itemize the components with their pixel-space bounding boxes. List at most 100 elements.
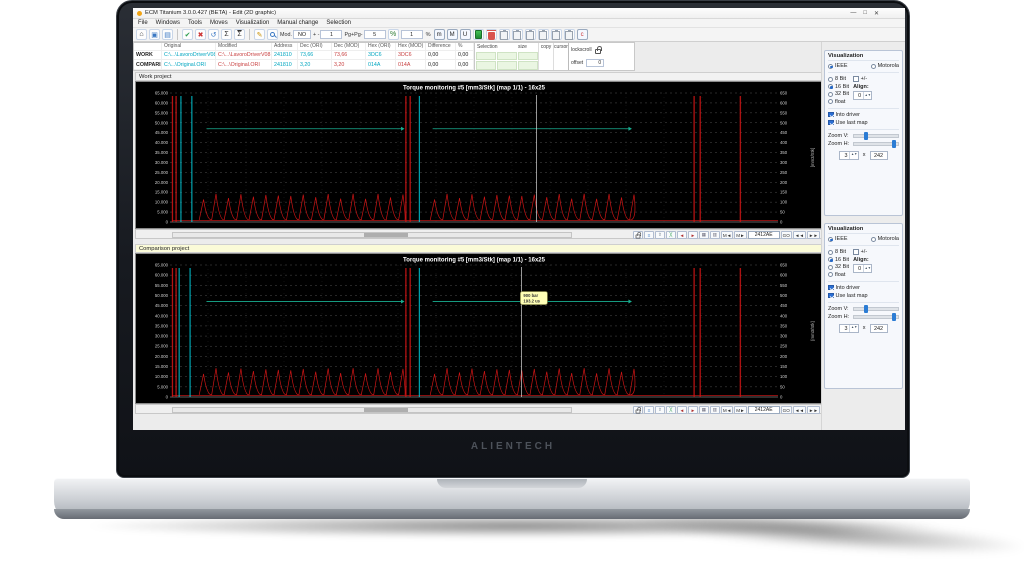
apply-min-button[interactable]: m <box>434 29 445 40</box>
selection-cell[interactable] <box>518 61 538 70</box>
nav-prev-arrow-icon[interactable]: ◄ <box>677 231 687 239</box>
align-spinner-arrows[interactable]: ▲▼ <box>863 265 871 272</box>
radio-motorola[interactable]: Motorola <box>871 236 899 242</box>
nav-map-list-icon[interactable]: ▥ <box>710 231 720 239</box>
motorola-radio[interactable] <box>871 237 876 242</box>
chart-scrollbar[interactable] <box>172 407 572 413</box>
float-radio[interactable] <box>828 99 833 104</box>
cell-modified[interactable]: C:\...\LavoroDriverV08 <box>216 51 272 60</box>
comparison-project-chart[interactable]: 65.00065060.00060055.00055050.00050045.0… <box>135 253 823 404</box>
cell-difference[interactable]: 0,00 <box>426 51 456 60</box>
radio-32-bit[interactable]: 32 Bit <box>828 91 849 97</box>
nav-address-input[interactable]: 2412AE <box>748 406 780 414</box>
cell-hex_ori[interactable]: 3DC6 <box>366 51 396 60</box>
use-last-map-checkbox[interactable] <box>828 293 834 299</box>
page-step-field-value[interactable]: 5 <box>364 30 386 39</box>
magnifier-icon[interactable] <box>267 29 278 40</box>
ieee-radio[interactable] <box>828 237 833 242</box>
nav-link-icon[interactable]: ╳ <box>666 406 676 414</box>
torque-chart-plot[interactable]: 65.00065060.00060055.00055050.00050045.0… <box>136 254 822 403</box>
rows-spinner-arrows[interactable]: ▲▼ <box>849 325 857 332</box>
selection-cell[interactable] <box>497 61 517 70</box>
cols-value[interactable]: 242 <box>870 151 888 160</box>
align-spinner[interactable]: 0▲▼ <box>853 264 872 273</box>
cell-hex_ori[interactable]: 014A <box>366 60 396 69</box>
16-bit-radio[interactable] <box>828 257 833 262</box>
cell-hex_mod[interactable]: 3DC6 <box>396 51 426 60</box>
into-driver-checkbox[interactable] <box>828 112 834 118</box>
rows-spinner[interactable]: 3▲▼ <box>839 151 858 160</box>
menu-item-windows[interactable]: Windows <box>156 20 180 26</box>
radio-ieee[interactable]: IEEE <box>828 63 848 69</box>
radio-16-bit[interactable]: 16 Bit <box>828 84 849 90</box>
paste-4-icon[interactable] <box>538 29 549 40</box>
nav-go-button[interactable]: GO <box>781 406 792 414</box>
cell-difference[interactable]: 0,00 <box>426 60 456 69</box>
apply-u-button[interactable]: U <box>460 29 471 40</box>
nav-next-arrow-icon[interactable]: ► <box>688 231 698 239</box>
nav-map-prev-button[interactable]: M◄ <box>721 406 733 414</box>
nav-last-map-button[interactable]: ►► <box>807 406 820 414</box>
torque-chart-plot[interactable]: 65.00065060.00060055.00055050.00050045.0… <box>136 82 822 228</box>
cell-dec_ori[interactable]: 3,20 <box>298 60 332 69</box>
menu-item-file[interactable]: File <box>138 20 148 26</box>
radio-ieee[interactable]: IEEE <box>828 236 848 242</box>
radio-32-bit[interactable]: 32 Bit <box>828 264 849 270</box>
radio-float[interactable]: float <box>828 99 849 105</box>
nav-map-list-icon[interactable]: ▥ <box>710 406 720 414</box>
zoom-v-handle[interactable] <box>864 305 868 313</box>
sum-bar-icon[interactable]: Σ <box>234 29 245 40</box>
signed-checkbox-row[interactable]: +/- <box>853 249 867 255</box>
cell-pct[interactable]: 0,00 <box>456 51 474 60</box>
percent-icon[interactable]: % <box>388 29 399 40</box>
cancel-icon[interactable]: ✖ <box>195 29 206 40</box>
zoom-h-slider[interactable] <box>853 142 899 146</box>
nav-map-prev-button[interactable]: M◄ <box>721 231 733 239</box>
radio-motorola[interactable]: Motorola <box>871 63 899 69</box>
align-spinner[interactable]: 0▲▼ <box>853 91 872 100</box>
nav-map-next-button[interactable]: M► <box>734 406 746 414</box>
ieee-radio[interactable] <box>828 64 833 69</box>
nav-prev-arrow-icon[interactable]: ◄ <box>677 406 687 414</box>
option-use-last-map[interactable]: Use last map <box>828 293 899 299</box>
radio-float[interactable]: float <box>828 272 849 278</box>
menu-item-manual-change[interactable]: Manual change <box>277 20 318 26</box>
selection-cell[interactable] <box>497 52 517 61</box>
maximize-button[interactable]: □ <box>863 10 867 17</box>
mod-field-value[interactable]: NO <box>293 30 311 39</box>
offset-input[interactable]: 0 <box>586 59 604 67</box>
nav-last-map-button[interactable]: ►► <box>807 231 820 239</box>
step-field-value[interactable]: 1 <box>320 30 342 39</box>
cell-original[interactable]: C:\...\Original.ORI <box>162 60 216 69</box>
chart-scrollbar[interactable] <box>172 232 572 238</box>
nav-lock-icon[interactable] <box>633 406 643 414</box>
restore-icon[interactable]: ↺ <box>208 29 219 40</box>
cell-dec_mod[interactable]: 73,66 <box>332 51 366 60</box>
zoom-v-handle[interactable] <box>864 132 868 140</box>
work-project-chart[interactable]: 65.00065060.00060055.00055050.00050045.0… <box>135 81 823 229</box>
home-icon[interactable]: ⌂ <box>136 29 147 40</box>
minimize-button[interactable]: — <box>850 10 856 17</box>
c-button[interactable]: c <box>577 29 588 40</box>
close-button[interactable]: ✕ <box>874 10 879 17</box>
use-last-map-checkbox[interactable] <box>828 120 834 126</box>
nav-link-icon[interactable]: ╳ <box>666 231 676 239</box>
nav-list-icon[interactable]: ≡ <box>644 406 654 414</box>
menu-item-visualization[interactable]: Visualization <box>236 20 270 26</box>
cell-pct[interactable]: 0,00 <box>456 60 474 69</box>
8-bit-radio[interactable] <box>828 250 833 255</box>
edit-icon[interactable]: ✎ <box>254 29 265 40</box>
paste-6-icon[interactable] <box>564 29 575 40</box>
nav-list-icon[interactable]: ≡ <box>644 231 654 239</box>
32-bit-radio[interactable] <box>828 92 833 97</box>
zoom-h-slider[interactable] <box>853 315 899 319</box>
selection-cell[interactable] <box>476 61 496 70</box>
nav-export-icon[interactable]: ⇧ <box>655 231 665 239</box>
option-use-last-map[interactable]: Use last map <box>828 120 899 126</box>
rows-spinner[interactable]: 3▲▼ <box>839 324 858 333</box>
signed-checkbox[interactable] <box>853 76 859 82</box>
trash-icon[interactable] <box>486 29 497 40</box>
paste-2-icon[interactable] <box>512 29 523 40</box>
cell-modified[interactable]: C:\...\Original.ORI <box>216 60 272 69</box>
paste-5-icon[interactable] <box>551 29 562 40</box>
